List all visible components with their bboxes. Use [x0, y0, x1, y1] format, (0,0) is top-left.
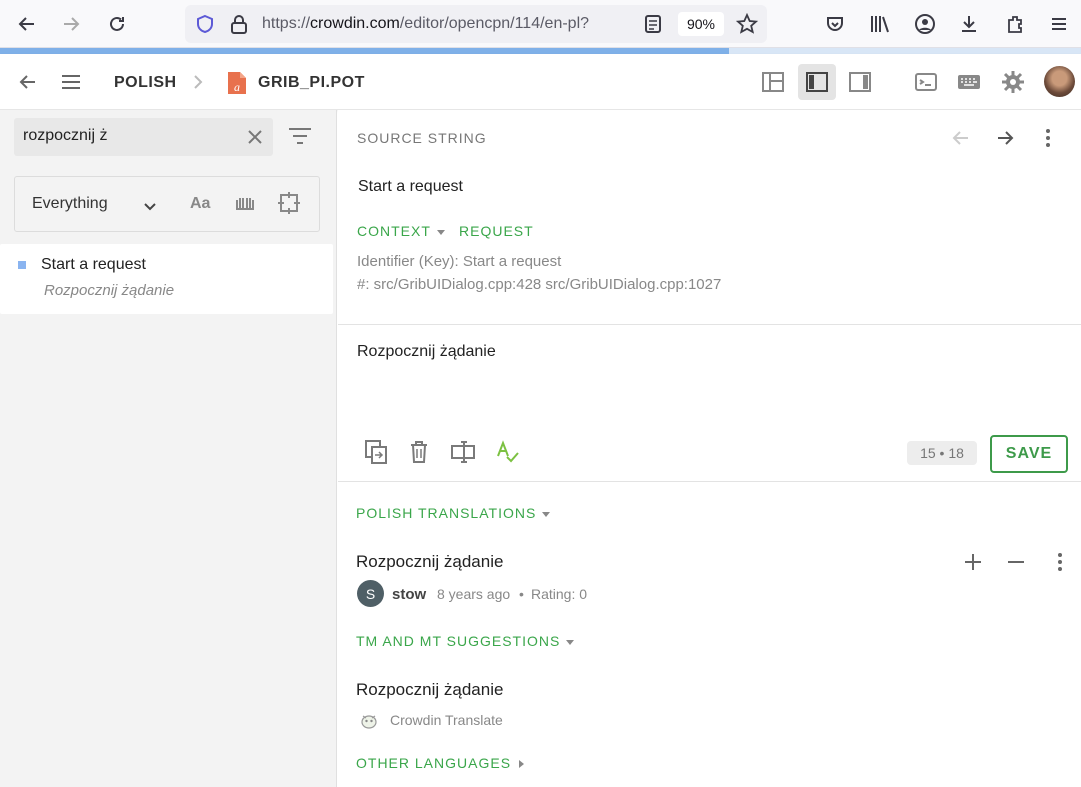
- tab-context[interactable]: CONTEXT: [357, 223, 445, 239]
- forward-arrow-icon[interactable]: [57, 10, 85, 38]
- translation-rating: Rating: 0: [531, 586, 588, 602]
- vote-up-plus-icon[interactable]: [959, 548, 987, 576]
- translator-avatar[interactable]: S: [357, 580, 384, 607]
- filter-icon[interactable]: [287, 126, 313, 151]
- untranslated-status-marker: [18, 261, 26, 269]
- tab-request[interactable]: REQUEST: [459, 223, 534, 239]
- match-case-toggle[interactable]: Aa: [190, 195, 210, 213]
- source-string-label: SOURCE STRING: [357, 130, 487, 146]
- menu-hamburger-icon[interactable]: [1045, 10, 1073, 38]
- layout-sidebar-right-icon[interactable]: [841, 64, 879, 100]
- strings-sidebar: Everything Aa Start a request Rozpocznij…: [0, 110, 337, 787]
- exact-match-icon[interactable]: [277, 191, 301, 220]
- search-input[interactable]: [23, 127, 233, 145]
- account-icon[interactable]: [911, 10, 939, 38]
- divider: [338, 324, 1081, 325]
- caret-right-icon: [519, 760, 525, 769]
- more-vertical-icon[interactable]: [1034, 124, 1062, 152]
- key-search-icon[interactable]: [234, 194, 256, 219]
- scope-select[interactable]: Everything: [32, 195, 108, 213]
- other-languages-header[interactable]: OTHER LANGUAGES: [356, 755, 525, 771]
- url-prefix: https://: [262, 15, 311, 32]
- browser-toolbar: https://crowdin.com/editor/opencpn/114/e…: [0, 0, 1081, 48]
- more-vertical-icon[interactable]: [1046, 548, 1074, 576]
- counter-separator: •: [939, 445, 945, 461]
- address-bar[interactable]: https://crowdin.com/editor/opencpn/114/e…: [185, 5, 767, 43]
- keyboard-icon[interactable]: [950, 64, 988, 100]
- extensions-icon[interactable]: [1001, 10, 1029, 38]
- lock-icon[interactable]: [230, 14, 248, 39]
- zoom-level-badge[interactable]: 90%: [678, 12, 724, 36]
- spellcheck-icon[interactable]: [493, 438, 521, 466]
- string-references: #: src/GribUIDialog.cpp:428 src/GribUIDi…: [357, 276, 722, 293]
- translation-char-count: 18: [948, 445, 964, 461]
- url-path: /editor/opencpn/114/en-pl?: [399, 15, 590, 32]
- string-identifier: Identifier (Key): Start a request: [357, 253, 562, 270]
- scope-select-value: Everything: [32, 195, 108, 212]
- caret-down-icon: [542, 511, 551, 517]
- list-item-source: Start a request: [41, 256, 146, 273]
- back-arrow-icon[interactable]: [13, 10, 41, 38]
- chevron-right-icon: [192, 74, 204, 95]
- shield-icon[interactable]: [195, 14, 215, 39]
- back-arrow-icon[interactable]: [12, 66, 44, 98]
- file-icon: a: [226, 71, 248, 100]
- caret-down-icon: [436, 229, 445, 235]
- meta-separator: •: [519, 586, 524, 602]
- suggestion-text[interactable]: Rozpocznij żądanie: [356, 680, 503, 700]
- layout-sidebar-left-icon[interactable]: [798, 64, 836, 100]
- clear-search-icon[interactable]: [246, 128, 264, 151]
- list-item-translation: Rozpocznij żądanie: [44, 282, 175, 299]
- save-button[interactable]: SAVE: [990, 435, 1068, 473]
- divider: [338, 481, 1081, 482]
- reader-view-icon[interactable]: [644, 14, 662, 39]
- search-scope-bar: Everything Aa: [14, 176, 320, 232]
- translation-textarea[interactable]: Rozpocznij żądanie: [357, 343, 496, 361]
- previous-string-icon[interactable]: [947, 124, 975, 152]
- translator-name[interactable]: stow: [392, 586, 426, 603]
- next-string-icon[interactable]: [991, 124, 1019, 152]
- polish-translations-header[interactable]: POLISH TRANSLATIONS: [356, 505, 551, 521]
- polish-translations-label: POLISH TRANSLATIONS: [356, 505, 537, 521]
- breadcrumb-language[interactable]: POLISH: [114, 74, 177, 92]
- breadcrumb-file[interactable]: GRIB_PI.POT: [258, 74, 365, 92]
- search-box: [14, 118, 273, 156]
- bookmark-star-icon[interactable]: [735, 12, 759, 40]
- translation-time: 8 years ago: [437, 586, 511, 602]
- source-string-text: Start a request: [358, 178, 463, 195]
- list-item[interactable]: Start a request Rozpocznij żądanie: [0, 244, 333, 314]
- reload-icon[interactable]: [103, 10, 131, 38]
- console-icon[interactable]: [907, 64, 945, 100]
- crowdin-translate-icon: [360, 713, 378, 734]
- library-icon[interactable]: [866, 10, 894, 38]
- tab-context-label: CONTEXT: [357, 223, 431, 239]
- editor-header: POLISH a GRIB_PI.POT: [0, 54, 1081, 110]
- character-counter: 15 • 18: [907, 441, 977, 465]
- tm-mt-suggestions-label: TM AND MT SUGGESTIONS: [356, 633, 561, 649]
- url-text[interactable]: https://crowdin.com/editor/opencpn/114/e…: [262, 15, 634, 33]
- suggestion-provider: Crowdin Translate: [390, 712, 503, 728]
- chevron-down-icon[interactable]: [143, 199, 157, 217]
- pocket-icon[interactable]: [821, 10, 849, 38]
- settings-gear-icon[interactable]: [994, 64, 1032, 100]
- tm-mt-suggestions-header[interactable]: TM AND MT SUGGESTIONS: [356, 633, 575, 649]
- editor-main: SOURCE STRING Start a request CONTEXT RE…: [338, 110, 1081, 787]
- svg-text:a: a: [234, 80, 240, 94]
- split-view-icon[interactable]: [449, 438, 477, 466]
- copy-source-icon[interactable]: [362, 438, 390, 466]
- url-host: crowdin.com: [310, 15, 400, 32]
- caret-down-icon: [566, 639, 575, 645]
- source-char-count: 15: [920, 445, 936, 461]
- layout-side-by-side-icon[interactable]: [754, 64, 792, 100]
- existing-translation-text: Rozpocznij żądanie: [356, 552, 504, 571]
- hamburger-menu-icon[interactable]: [55, 66, 87, 98]
- user-avatar[interactable]: [1044, 66, 1075, 97]
- trash-icon[interactable]: [405, 438, 433, 466]
- download-icon[interactable]: [955, 10, 983, 38]
- vote-down-minus-icon[interactable]: [1002, 548, 1030, 576]
- other-languages-label: OTHER LANGUAGES: [356, 755, 512, 771]
